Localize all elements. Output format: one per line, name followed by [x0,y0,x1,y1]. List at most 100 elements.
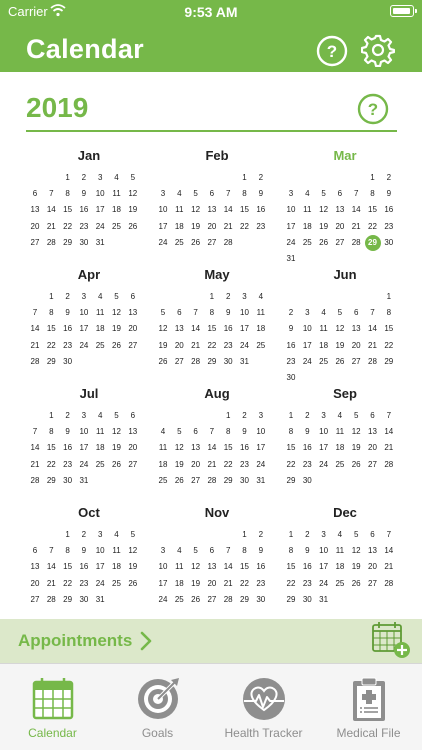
day-cell[interactable]: 3 [91,170,109,186]
day-cell[interactable]: 11 [170,559,188,575]
day-cell[interactable]: 10 [282,202,300,218]
day-cell[interactable]: 21 [364,338,382,354]
day-cell[interactable]: 25 [170,235,188,251]
day-cell[interactable]: 8 [42,424,60,440]
day-cell[interactable]: 18 [170,576,188,592]
day-cell[interactable]: 9 [59,305,77,321]
day-cell[interactable]: 31 [252,473,270,489]
day-cell[interactable]: 17 [236,321,254,337]
day-cell[interactable]: 1 [219,408,237,424]
day-cell[interactable]: 3 [252,408,270,424]
day-cell[interactable]: 10 [298,321,316,337]
day-cell[interactable]: 2 [282,305,300,321]
day-cell[interactable]: 28 [42,592,60,608]
day-cell[interactable]: 25 [154,473,172,489]
day-cell[interactable]: 26 [347,576,365,592]
day-cell[interactable]: 23 [75,576,93,592]
day-cell[interactable]: 11 [298,202,316,218]
day-cell[interactable]: 18 [170,219,188,235]
day-cell[interactable]: 4 [315,305,333,321]
day-cell[interactable]: 10 [236,305,254,321]
day-cell[interactable]: 19 [170,457,188,473]
day-cell[interactable]: 16 [252,202,270,218]
day-cell[interactable]: 21 [380,559,398,575]
day-cell[interactable]: 25 [108,219,126,235]
day-cell[interactable]: 31 [315,592,333,608]
day-cell[interactable]: 9 [282,321,300,337]
day-cell[interactable]: 16 [59,321,77,337]
day-cell[interactable]: 1 [236,170,254,186]
appointments-bar[interactable]: Appointments [0,619,422,663]
day-cell[interactable]: 20 [26,576,44,592]
day-cell[interactable]: 24 [236,338,254,354]
day-cell[interactable]: 16 [380,202,398,218]
day-cell[interactable]: 27 [347,354,365,370]
day-cell[interactable]: 3 [75,408,93,424]
tab-health-tracker[interactable]: Health Tracker [211,664,316,750]
day-cell[interactable]: 28 [187,354,205,370]
day-cell[interactable]: 5 [187,543,205,559]
day-cell[interactable]: 4 [331,527,349,543]
day-cell[interactable]: 12 [315,202,333,218]
day-cell[interactable]: 15 [236,559,254,575]
day-cell[interactable]: 16 [236,440,254,456]
day-cell[interactable]: 26 [187,235,205,251]
day-cell[interactable]: 16 [298,559,316,575]
day-cell[interactable]: 29 [282,473,300,489]
day-cell[interactable]: 5 [315,186,333,202]
day-cell[interactable]: 14 [203,440,221,456]
day-cell[interactable]: 15 [282,559,300,575]
day-cell[interactable]: 21 [219,219,237,235]
day-cell[interactable]: 22 [282,457,300,473]
day-cell[interactable]: 27 [26,235,44,251]
day-cell[interactable]: 3 [298,305,316,321]
day-cell[interactable]: 18 [331,440,349,456]
day-cell[interactable]: 10 [75,424,93,440]
day-cell[interactable]: 28 [347,235,365,251]
day-cell[interactable]: 18 [108,202,126,218]
day-cell[interactable]: 18 [315,338,333,354]
day-cell[interactable]: 29 [59,592,77,608]
day-cell[interactable]: 3 [236,289,254,305]
day-cell[interactable]: 8 [42,305,60,321]
day-cell[interactable]: 29 [282,592,300,608]
chevron-right-icon[interactable] [139,631,153,651]
day-cell[interactable]: 22 [282,576,300,592]
day-cell[interactable]: 15 [364,202,382,218]
day-cell[interactable]: 16 [75,559,93,575]
day-cell[interactable]: 23 [59,338,77,354]
day-cell[interactable]: 5 [170,424,188,440]
day-cell[interactable]: 15 [59,559,77,575]
day-cell[interactable]: 10 [91,543,109,559]
day-cell[interactable]: 7 [219,543,237,559]
day-cell[interactable]: 14 [364,321,382,337]
day-cell[interactable]: 14 [26,321,44,337]
day-cell[interactable]: 22 [59,219,77,235]
day-cell[interactable]: 1 [282,408,300,424]
day-cell[interactable]: 5 [124,527,142,543]
day-cell[interactable]: 2 [59,408,77,424]
day-cell[interactable]: 8 [59,186,77,202]
day-cell[interactable]: 21 [187,338,205,354]
day-cell[interactable]: 23 [282,354,300,370]
day-cell[interactable]: 8 [380,305,398,321]
tab-goals[interactable]: Goals [105,664,210,750]
day-cell[interactable]: 25 [91,338,109,354]
day-cell[interactable]: 18 [331,559,349,575]
day-cell[interactable]: 23 [75,219,93,235]
day-cell[interactable]: 22 [203,338,221,354]
day-cell[interactable]: 7 [364,305,382,321]
day-cell[interactable]: 17 [154,219,172,235]
day-cell[interactable]: 10 [252,424,270,440]
day-cell[interactable]: 13 [26,202,44,218]
day-cell[interactable]: 4 [91,289,109,305]
day-cell[interactable]: 6 [170,305,188,321]
day-cell[interactable]: 14 [219,559,237,575]
day-cell[interactable]: 14 [42,559,60,575]
day-cell[interactable]: 16 [298,440,316,456]
day-cell[interactable]: 6 [364,527,382,543]
day-cell[interactable]: 7 [187,305,205,321]
day-cell[interactable]: 23 [252,219,270,235]
day-cell[interactable]: 6 [364,408,382,424]
day-cell[interactable]: 28 [203,473,221,489]
